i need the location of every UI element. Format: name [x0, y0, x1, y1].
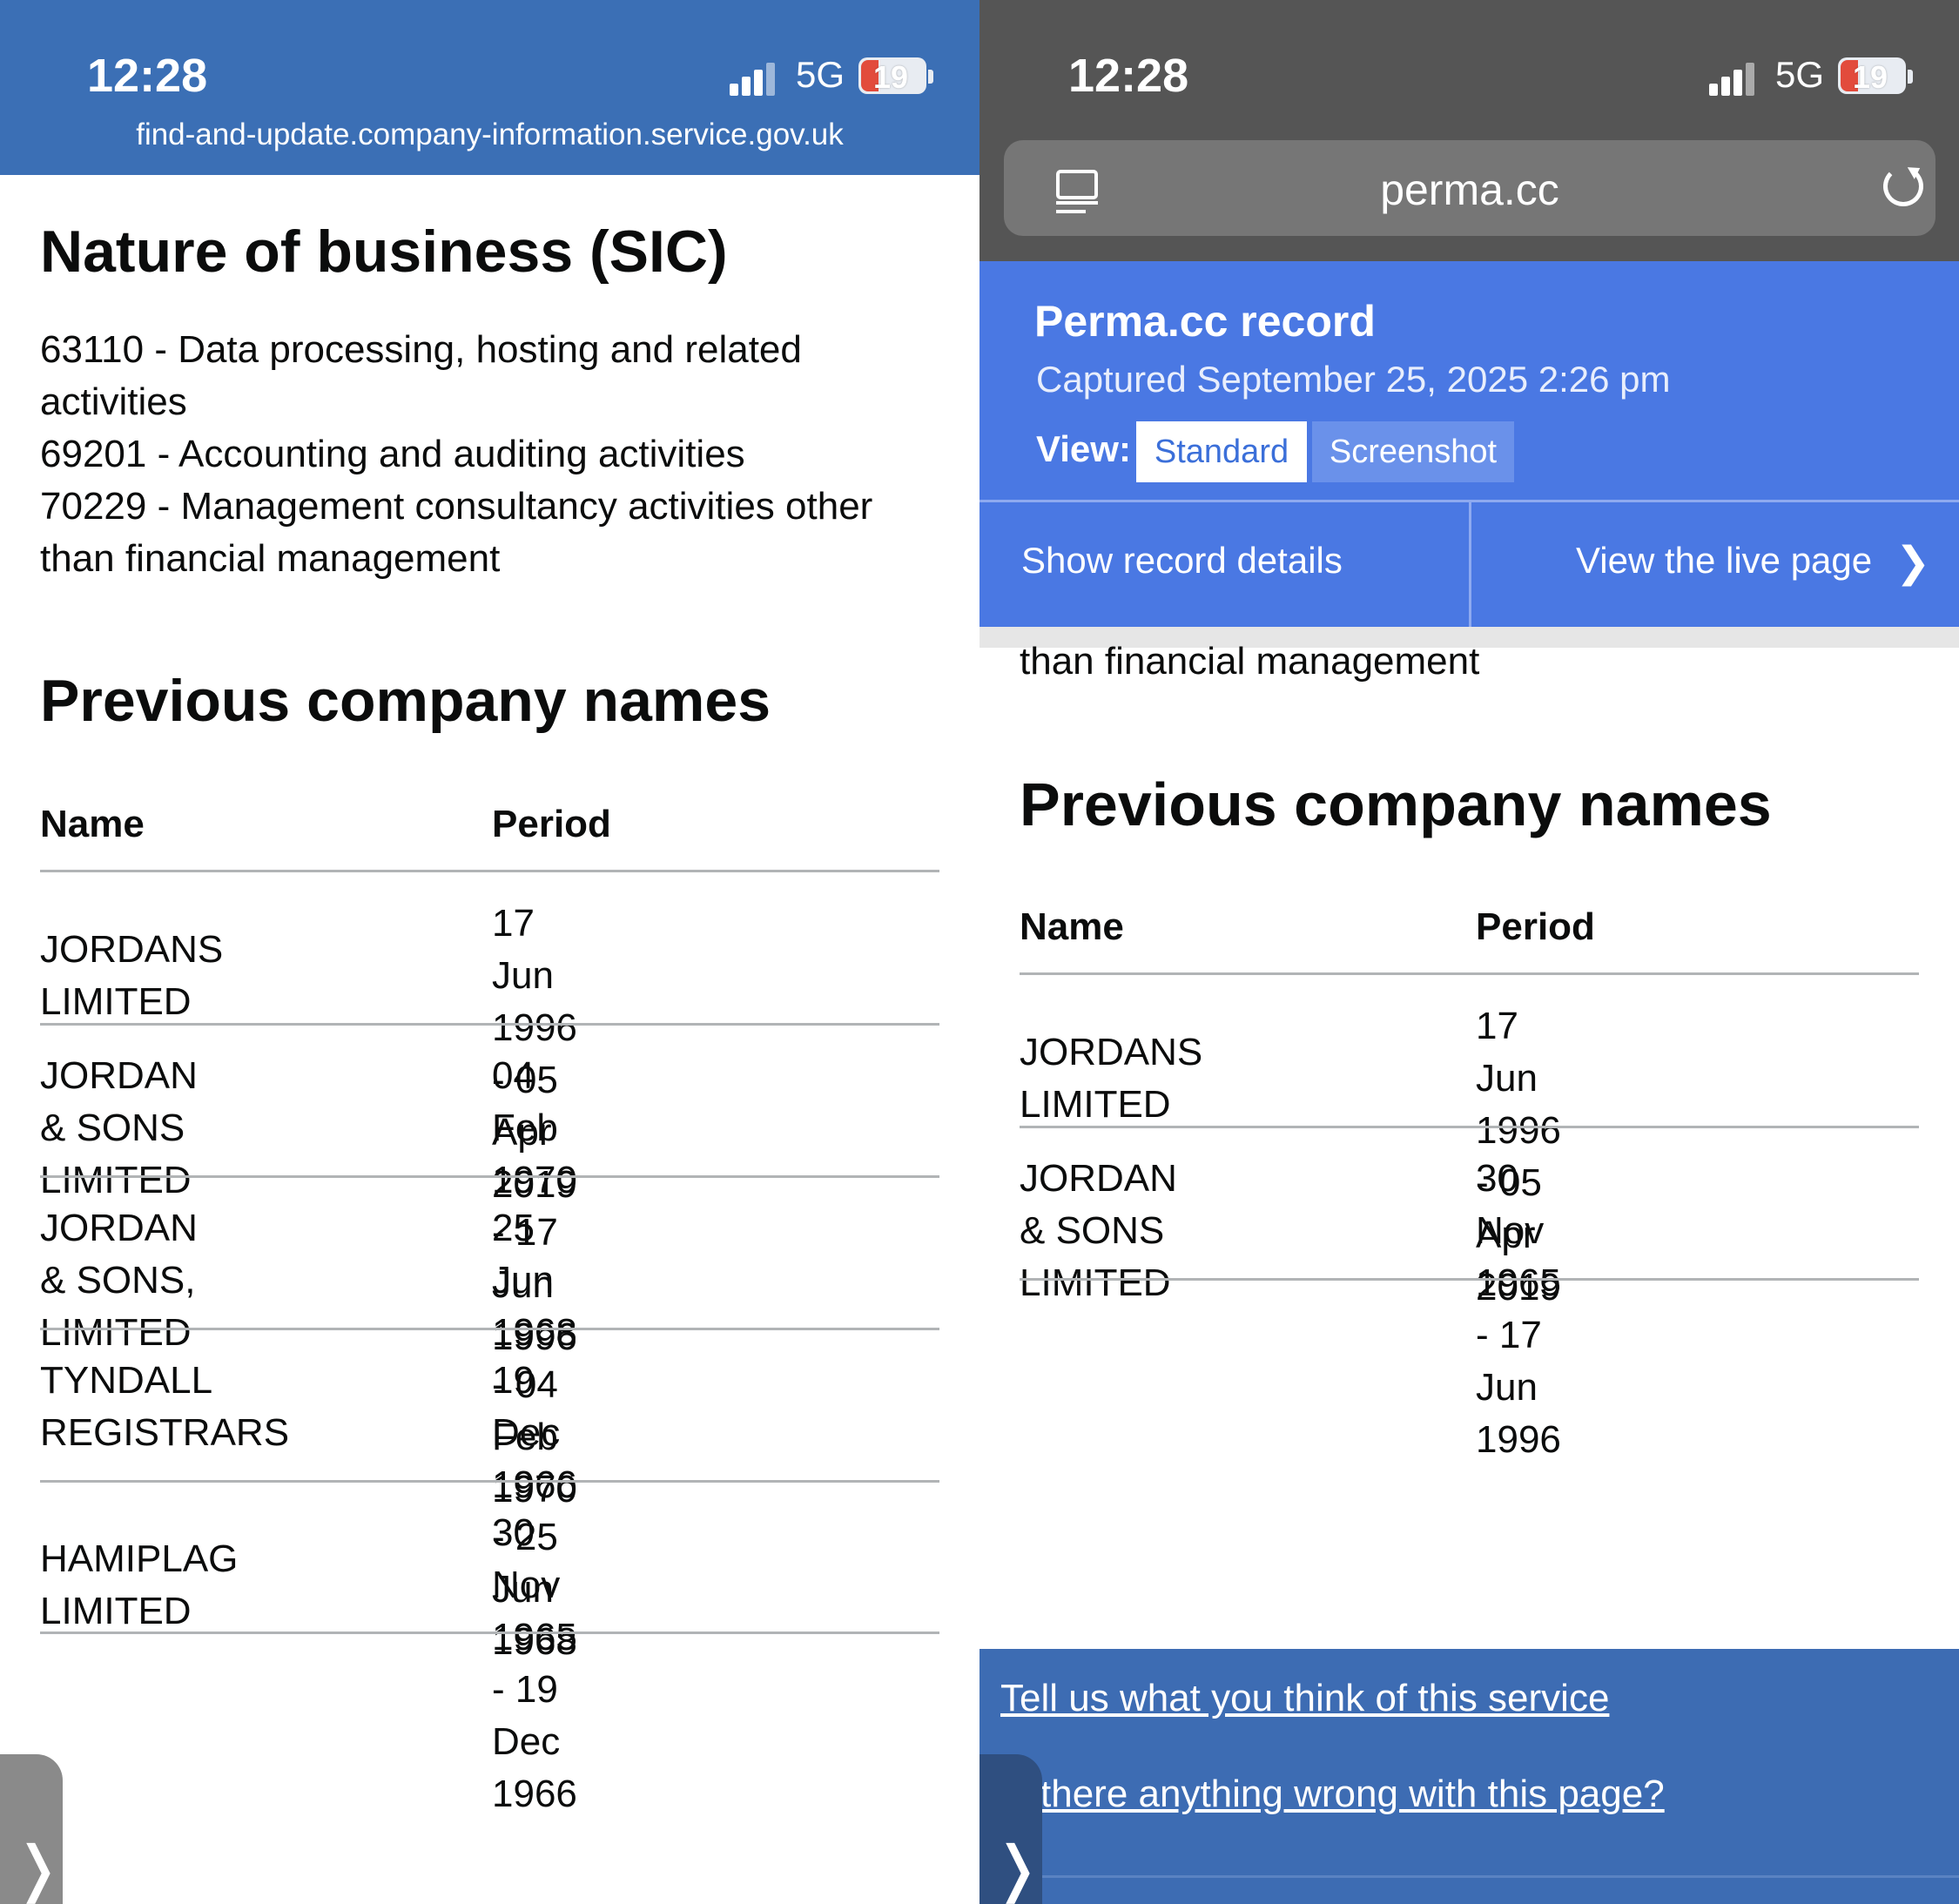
perma-record-banner: Perma.cc record Captured September 25, 2…	[980, 261, 1959, 627]
column-header-name: Name	[1020, 905, 1124, 948]
column-header-name: Name	[40, 803, 145, 845]
pull-tab-handle[interactable]: ❭	[0, 1754, 64, 1904]
cut-off-text: than financial management	[1020, 640, 1480, 683]
chevron-right-icon: ❯	[1895, 540, 1931, 586]
column-header-period: Period	[492, 803, 611, 845]
address-bar-url[interactable]: find-and-update.company-information.serv…	[0, 118, 980, 152]
status-time: 12:28	[87, 50, 208, 102]
table-cell-name: JORDAN & SONS LIMITED	[40, 1054, 198, 1201]
show-record-details-button[interactable]: Show record details	[1021, 540, 1343, 582]
battery-icon: 19	[858, 57, 926, 95]
perma-title: Perma.cc record	[1034, 297, 1376, 346]
left-status-bar: 12:28 5G 19 find-and-update.company-info…	[0, 0, 980, 175]
table-cell-period: 30 Nov 1965 - 19 Dec 1966	[492, 1511, 577, 1815]
address-bar[interactable]: perma.cc	[1004, 140, 1935, 236]
battery-level: 19	[1852, 59, 1888, 95]
report-problem-link[interactable]: there anything wrong with this page?	[1040, 1773, 1665, 1816]
view-standard-button[interactable]: Standard	[1136, 421, 1307, 482]
table-divider	[40, 1023, 939, 1026]
page-footer: Tell us what you think of this service t…	[980, 1649, 1959, 1904]
sic-list: 63110 - Data processing, hosting and rel…	[40, 324, 946, 585]
table-cell-name: JORDANS LIMITED	[40, 928, 224, 1023]
status-time: 12:28	[1068, 50, 1189, 102]
table-divider	[1020, 1278, 1919, 1281]
view-screenshot-button[interactable]: Screenshot	[1312, 421, 1514, 482]
sic-line: 70229 - Management consultancy activitie…	[40, 485, 873, 528]
right-screenshot: 12:28 5G 19 perma.cc Perma.cc record Cap…	[980, 0, 1959, 1904]
right-status-bar: 12:28 5G 19 perma.cc	[980, 0, 1959, 261]
table-cell-name: JORDAN & SONS, LIMITED	[40, 1207, 198, 1354]
feedback-link[interactable]: Tell us what you think of this service	[1000, 1677, 1609, 1720]
table-divider	[40, 1175, 939, 1178]
table-divider	[1020, 972, 1919, 975]
battery-level: 19	[872, 59, 909, 95]
left-screenshot: 12:28 5G 19 find-and-update.company-info…	[0, 0, 980, 1904]
view-live-page-button[interactable]: View the live page	[1576, 540, 1872, 582]
sic-line: 63110 - Data processing, hosting and rel…	[40, 328, 802, 371]
signal-icon	[1709, 61, 1761, 96]
sic-line: 69201 - Accounting and auditing activiti…	[40, 433, 745, 475]
reload-icon[interactable]	[1883, 166, 1923, 206]
sic-line: than financial management	[40, 537, 501, 580]
previous-names-heading: Previous company names	[40, 668, 771, 734]
signal-icon	[730, 61, 782, 96]
banner-divider	[1469, 502, 1471, 627]
chevron-right-icon: ❭	[12, 1834, 64, 1902]
table-divider	[40, 1632, 939, 1634]
table-divider	[1020, 1126, 1919, 1128]
sic-heading: Nature of business (SIC)	[40, 219, 728, 285]
sic-line: activities	[40, 380, 187, 423]
chevron-right-icon: ❭	[992, 1834, 1043, 1902]
table-cell-name: HAMIPLAG LIMITED	[40, 1537, 239, 1632]
column-header-period: Period	[1476, 905, 1595, 948]
table-divider	[40, 1480, 939, 1483]
battery-icon: 19	[1838, 57, 1906, 95]
previous-names-heading: Previous company names	[1020, 770, 1772, 838]
view-label: View:	[1036, 428, 1131, 469]
table-divider	[40, 1328, 939, 1330]
footer-divider	[980, 1875, 1959, 1878]
network-label: 5G	[1775, 54, 1825, 95]
table-cell-name: TYNDALL REGISTRARS	[40, 1359, 290, 1454]
network-label: 5G	[796, 54, 845, 95]
table-cell-period: 30 Nov 1965 - 17 Jun 1996	[1476, 1157, 1561, 1461]
table-divider	[40, 870, 939, 872]
address-bar-url[interactable]: perma.cc	[1004, 165, 1935, 215]
pull-tab-handle[interactable]: ❭	[980, 1754, 1043, 1904]
table-cell-name: JORDANS LIMITED	[1020, 1031, 1203, 1126]
capture-timestamp: Captured September 25, 2025 2:26 pm	[1036, 359, 1671, 400]
table-cell-name: JORDAN & SONS LIMITED	[1020, 1157, 1177, 1304]
